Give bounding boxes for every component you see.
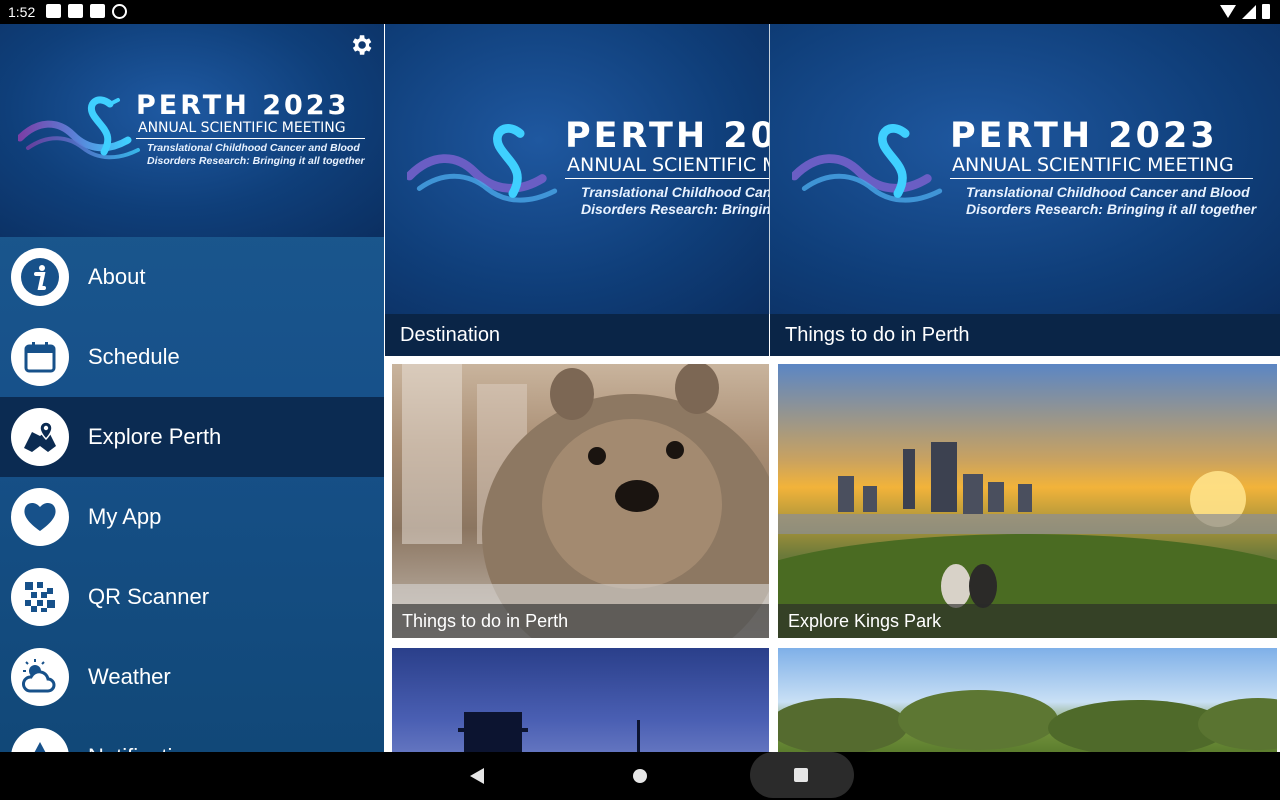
weather-icon xyxy=(11,648,69,706)
status-time: 1:52 xyxy=(8,4,36,20)
card-things-to-do[interactable]: Things to do in Perth xyxy=(392,364,769,638)
quokka-photo xyxy=(392,364,769,638)
menu-item-qr-scanner[interactable]: QR Scanner xyxy=(0,557,384,637)
menu-item-notifications[interactable]: Notifications xyxy=(0,717,384,752)
settings-icon[interactable] xyxy=(348,32,374,58)
info-icon xyxy=(11,248,69,306)
swan-logo-icon xyxy=(18,96,140,160)
kings-park-photo xyxy=(778,442,1277,638)
swan-logo-icon xyxy=(407,124,558,203)
card-kings-park[interactable]: Explore Kings Park xyxy=(778,364,1277,638)
card-title: Explore Kings Park xyxy=(788,610,942,631)
content-area: PERTH 2023 ANNUAL SCIENTIFIC MEETING Tra… xyxy=(385,24,1280,752)
menu-item-about[interactable]: About xyxy=(0,237,384,317)
navigation-drawer: PERTH 2023 ANNUAL SCIENTIFIC MEETING Tra… xyxy=(0,24,384,752)
bushland-photo xyxy=(778,690,1277,752)
app: PERTH 2023 ANNUAL SCIENTIFIC MEETING Tra… xyxy=(0,24,1280,752)
tower-photo xyxy=(458,712,640,752)
wifi-icon xyxy=(1220,5,1236,18)
message-icon xyxy=(46,4,61,18)
menu-item-label: My App xyxy=(88,504,162,529)
logo-tagline-line2: Disorders Research: Bringing it all toge… xyxy=(966,201,1257,217)
logo-rule xyxy=(950,178,1253,179)
menu-item-label: Weather xyxy=(88,664,171,689)
home-button[interactable] xyxy=(633,769,647,783)
logo-title: PERTH 2023 xyxy=(136,90,350,121)
sync-icon xyxy=(112,4,127,19)
recents-button[interactable] xyxy=(750,752,854,798)
qr-code-icon xyxy=(11,568,69,626)
recents-icon xyxy=(794,768,808,782)
sd-card-icon xyxy=(90,4,105,18)
map-pin-icon xyxy=(11,408,69,466)
logo-tagline-line1: Translational Childhood Cancer and Blood xyxy=(147,142,360,154)
section-title: Destination xyxy=(400,323,501,346)
logo-title: PERTH 2023 xyxy=(565,116,769,156)
battery-icon xyxy=(1262,4,1270,19)
logo-rule xyxy=(565,178,769,179)
event-logo: PERTH 2023 ANNUAL SCIENTIFIC MEETING Tra… xyxy=(18,90,368,190)
logo-tagline-line2: Disorders Research: Bringing it all toge… xyxy=(147,155,365,167)
signal-icon xyxy=(1242,4,1256,19)
card-lower-left[interactable] xyxy=(392,648,769,752)
system-icons xyxy=(1220,4,1270,19)
card-caption: Explore Kings Park xyxy=(778,604,1277,638)
system-navigation-bar xyxy=(0,752,1280,800)
drawer-header: PERTH 2023 ANNUAL SCIENTIFIC MEETING Tra… xyxy=(0,24,384,237)
logo-subtitle: ANNUAL SCIENTIFIC MEETING xyxy=(138,120,346,136)
notification-icons xyxy=(46,4,127,19)
hero-banner: PERTH 2023 ANNUAL SCIENTIFIC MEETING Tra… xyxy=(385,24,769,314)
menu-item-label: Schedule xyxy=(88,344,180,369)
menu-item-label: QR Scanner xyxy=(88,584,210,609)
heart-icon xyxy=(11,488,69,546)
section-header: Things to do in Perth xyxy=(770,314,1280,356)
menu-item-schedule[interactable]: Schedule xyxy=(0,317,384,397)
menu-item-label: About xyxy=(88,264,146,289)
logo-subtitle: ANNUAL SCIENTIFIC MEETING xyxy=(952,154,1234,176)
card-title: Things to do in Perth xyxy=(402,610,569,631)
hero-banner: PERTH 2023 ANNUAL SCIENTIFIC MEETING Tra… xyxy=(770,24,1280,314)
section-title: Things to do in Perth xyxy=(785,323,970,346)
notification-icon xyxy=(11,728,69,752)
menu-item-weather[interactable]: Weather xyxy=(0,637,384,717)
logo-rule xyxy=(136,138,365,139)
menu-item-label: Explore Perth xyxy=(88,424,222,449)
menu-item-explore-perth[interactable]: Explore Perth xyxy=(0,397,384,477)
swan-logo-icon xyxy=(792,124,943,203)
logo-tagline-line2: Disorders Research: Bringing it all toge… xyxy=(581,201,769,217)
logo-subtitle: ANNUAL SCIENTIFIC MEETING xyxy=(567,154,769,176)
card-caption: Things to do in Perth xyxy=(392,604,769,638)
back-button[interactable] xyxy=(470,768,484,784)
logo-title: PERTH 2023 xyxy=(950,116,1218,156)
drawer-menu: About Schedule Explore Perth My App QR S… xyxy=(0,237,384,752)
menu-item-my-app[interactable]: My App xyxy=(0,477,384,557)
status-bar: 1:52 xyxy=(0,0,1280,24)
section-header: Destination xyxy=(385,314,769,356)
message-icon xyxy=(68,4,83,18)
card-lower-right[interactable] xyxy=(778,648,1277,752)
menu-item-label: Notifications xyxy=(88,744,208,752)
event-logo: PERTH 2023 ANNUAL SCIENTIFIC MEETING Tra… xyxy=(792,116,1272,226)
logo-tagline-line1: Translational Childhood Cancer and Blood xyxy=(966,184,1250,200)
event-logo: PERTH 2023 ANNUAL SCIENTIFIC MEETING Tra… xyxy=(407,116,769,226)
logo-tagline-line1: Translational Childhood Cancer and Blood xyxy=(581,184,769,200)
calendar-icon xyxy=(11,328,69,386)
